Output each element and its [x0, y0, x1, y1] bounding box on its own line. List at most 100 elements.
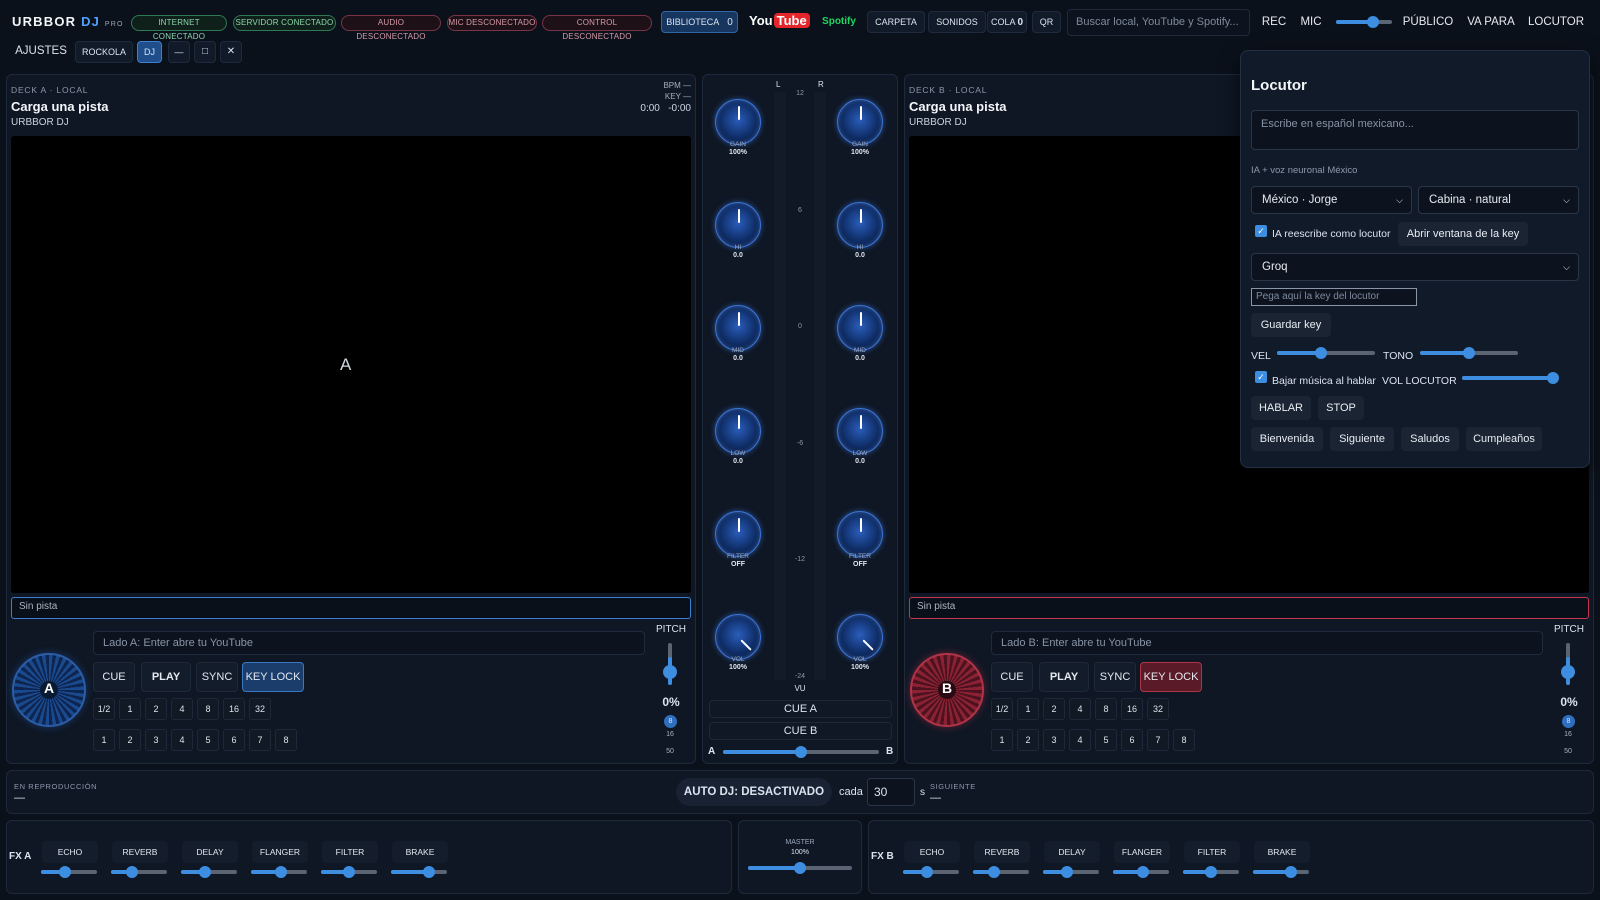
- deck-a-pitch-slider[interactable]: [663, 643, 677, 685]
- knob-b-low[interactable]: [837, 408, 883, 454]
- mic-button[interactable]: MIC: [1295, 11, 1327, 33]
- qr-button[interactable]: QR: [1032, 11, 1061, 33]
- deck-a-hotcue-button[interactable]: 4: [171, 729, 193, 751]
- deck-a-hotcue-button[interactable]: 7: [249, 729, 271, 751]
- deck-a-loop-button[interactable]: 2: [145, 698, 167, 720]
- fx-b-echo-slider[interactable]: [903, 866, 959, 878]
- close-button[interactable]: ✕: [220, 41, 242, 63]
- deck-b-range-50[interactable]: 50: [1558, 748, 1578, 755]
- fx-slider-thumb[interactable]: [1205, 866, 1217, 878]
- cola-button[interactable]: COLA 0: [987, 11, 1027, 33]
- vol-locutor-slider[interactable]: [1462, 372, 1559, 384]
- deck-a-hotcue-button[interactable]: 1: [93, 729, 115, 751]
- deck-a-cue-button[interactable]: CUE: [93, 662, 135, 692]
- style-select[interactable]: Cabina · natural ⌵: [1418, 186, 1579, 214]
- deck-b-hotcue-button[interactable]: 4: [1069, 729, 1091, 751]
- fx-b-filter-slider[interactable]: [1183, 866, 1239, 878]
- deck-b-hotcue-button[interactable]: 1: [991, 729, 1013, 751]
- fx-a-reverb-button[interactable]: REVERB: [112, 841, 168, 863]
- fx-a-echo-button[interactable]: ECHO: [42, 841, 98, 863]
- fx-b-delay-button[interactable]: DELAY: [1044, 841, 1100, 863]
- provider-select[interactable]: Groq ⌵: [1251, 253, 1579, 281]
- fx-b-reverb-slider[interactable]: [973, 866, 1029, 878]
- fx-b-echo-button[interactable]: ECHO: [904, 841, 960, 863]
- preset-bienvenida[interactable]: Bienvenida: [1251, 427, 1323, 451]
- deck-b-hotcue-button[interactable]: 6: [1121, 729, 1143, 751]
- deck-a-hotcue-button[interactable]: 6: [223, 729, 245, 751]
- crossfader-thumb[interactable]: [795, 746, 807, 758]
- deck-a-loop-button[interactable]: 1/2: [93, 698, 115, 720]
- fx-a-filter-button[interactable]: FILTER: [322, 841, 378, 863]
- deck-a-hotcue-button[interactable]: 3: [145, 729, 167, 751]
- deck-a-range-8[interactable]: 8: [664, 715, 677, 728]
- deck-a-keylock-button[interactable]: KEY LOCK: [242, 662, 304, 692]
- deck-a-hotcue-button[interactable]: 5: [197, 729, 219, 751]
- knob-a-mid[interactable]: [715, 305, 761, 351]
- knob-b-gain[interactable]: [837, 99, 883, 145]
- deck-b-loop-button[interactable]: 1/2: [991, 698, 1013, 720]
- deck-a-hotcue-button[interactable]: 8: [275, 729, 297, 751]
- save-key-button[interactable]: Guardar key: [1251, 313, 1331, 337]
- fx-a-brake-button[interactable]: BRAKE: [392, 841, 448, 863]
- publico-button[interactable]: PÚBLICO: [1399, 11, 1457, 33]
- knob-a-low[interactable]: [715, 408, 761, 454]
- knob-b-filter[interactable]: [837, 511, 883, 557]
- deck-a-loop-button[interactable]: 16: [223, 698, 245, 720]
- tono-slider[interactable]: [1420, 347, 1518, 359]
- cue-b-button[interactable]: CUE B: [709, 722, 892, 740]
- deck-a-loop-button[interactable]: 4: [171, 698, 193, 720]
- fx-b-filter-button[interactable]: FILTER: [1184, 841, 1240, 863]
- deck-b-play-button[interactable]: PLAY: [1039, 662, 1089, 692]
- carpeta-button[interactable]: CARPETA: [867, 11, 925, 33]
- knob-a-vol[interactable]: [715, 614, 761, 660]
- fx-a-filter-slider[interactable]: [321, 866, 377, 878]
- deck-a-loop-button[interactable]: 8: [197, 698, 219, 720]
- vapara-button[interactable]: VA PARA: [1465, 11, 1517, 33]
- deck-b-hotcue-button[interactable]: 2: [1017, 729, 1039, 751]
- deck-a-search-input[interactable]: Lado A: Enter abre tu YouTube: [93, 631, 645, 655]
- fx-b-reverb-button[interactable]: REVERB: [974, 841, 1030, 863]
- mic-level-thumb[interactable]: [1367, 16, 1379, 28]
- maximize-button[interactable]: □: [194, 41, 216, 63]
- stop-button[interactable]: STOP: [1318, 396, 1364, 420]
- sonidos-button[interactable]: SONIDOS: [928, 11, 986, 33]
- deck-b-range-8[interactable]: 8: [1562, 715, 1575, 728]
- fx-a-flanger-button[interactable]: FLANGER: [252, 841, 308, 863]
- knob-b-vol[interactable]: [837, 614, 883, 660]
- open-key-button[interactable]: Abrir ventana de la key: [1398, 222, 1528, 246]
- fx-b-brake-slider[interactable]: [1253, 866, 1309, 878]
- deck-b-pitch-slider[interactable]: [1561, 643, 1575, 685]
- mic-level-slider[interactable]: [1336, 16, 1392, 28]
- rec-button[interactable]: REC: [1258, 11, 1290, 33]
- deck-a-range-16[interactable]: 16: [660, 731, 680, 738]
- deck-b-loop-button[interactable]: 32: [1147, 698, 1169, 720]
- minimize-button[interactable]: —: [168, 41, 190, 63]
- knob-b-mid[interactable]: [837, 305, 883, 351]
- deck-b-hotcue-button[interactable]: 8: [1173, 729, 1195, 751]
- master-slider[interactable]: [748, 862, 852, 874]
- ia-rewrite-checkbox[interactable]: ✓: [1255, 225, 1267, 237]
- deck-b-loop-button[interactable]: 1: [1017, 698, 1039, 720]
- autodj-seconds-input[interactable]: 30: [867, 778, 915, 806]
- deck-b-loop-button[interactable]: 8: [1095, 698, 1117, 720]
- preset-cumpleanos[interactable]: Cumpleaños: [1466, 427, 1542, 451]
- locutor-button[interactable]: LOCUTOR: [1525, 11, 1587, 33]
- fx-slider-thumb[interactable]: [1284, 866, 1297, 878]
- deck-a-pitch-thumb[interactable]: [663, 665, 677, 679]
- knob-a-filter[interactable]: [715, 511, 761, 557]
- fx-a-delay-button[interactable]: DELAY: [182, 841, 238, 863]
- deck-a-loop-button[interactable]: 32: [249, 698, 271, 720]
- deck-b-pitch-thumb[interactable]: [1561, 665, 1575, 679]
- deck-b-hotcue-button[interactable]: 7: [1147, 729, 1169, 751]
- hablar-button[interactable]: HABLAR: [1251, 396, 1311, 420]
- deck-a-play-button[interactable]: PLAY: [141, 662, 191, 692]
- deck-b-range-16[interactable]: 16: [1558, 731, 1578, 738]
- deck-b-hotcue-button[interactable]: 3: [1043, 729, 1065, 751]
- deck-a-track-bar[interactable]: Sin pista: [11, 597, 691, 619]
- fx-slider-thumb[interactable]: [422, 866, 435, 878]
- deck-b-hotcue-button[interactable]: 5: [1095, 729, 1117, 751]
- rockola-button[interactable]: ROCKOLA: [75, 41, 133, 63]
- deck-b-search-input[interactable]: Lado B: Enter abre tu YouTube: [991, 631, 1543, 655]
- deck-b-keylock-button[interactable]: KEY LOCK: [1140, 662, 1202, 692]
- deck-b-loop-button[interactable]: 2: [1043, 698, 1065, 720]
